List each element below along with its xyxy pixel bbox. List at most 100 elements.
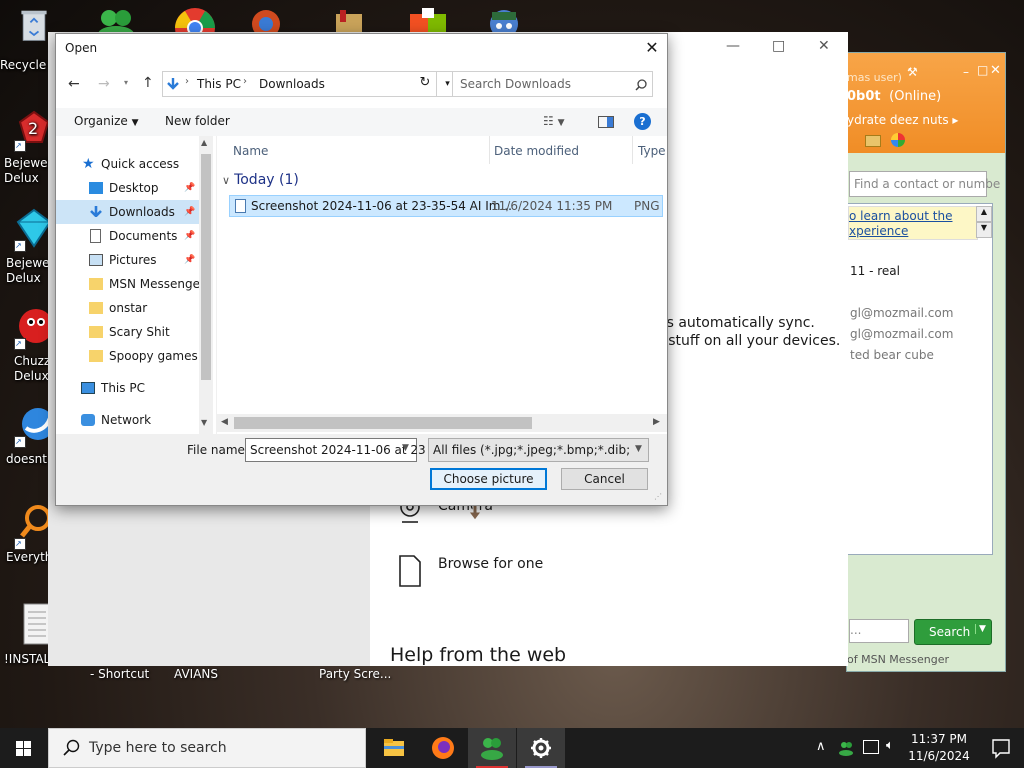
nav-pane-scrollbar[interactable]: ▲ ▼: [199, 136, 213, 434]
contact-item[interactable]: ted bear cube: [850, 348, 934, 362]
desktop-icon-label: - Shortcut: [90, 667, 150, 681]
nav-item-scary-shit[interactable]: Scary Shit: [56, 320, 202, 344]
breadcrumb-downloads[interactable]: Downloads: [259, 77, 325, 91]
new-folder-button[interactable]: New folder: [165, 114, 230, 128]
organize-button[interactable]: Organize ▼: [74, 114, 139, 128]
scroll-left-icon[interactable]: ◀: [221, 417, 228, 427]
nav-item-label: MSN Messenger: [109, 277, 205, 291]
network-icon[interactable]: [863, 740, 879, 754]
msn-messenger-taskbar-button[interactable]: [468, 728, 516, 768]
maximize-button[interactable]: □: [977, 63, 988, 77]
up-button[interactable]: ↑: [142, 75, 154, 91]
close-button[interactable]: ✕: [818, 38, 830, 54]
choose-picture-button[interactable]: Choose picture: [430, 468, 547, 490]
scroll-down-icon[interactable]: ▼: [201, 418, 207, 427]
maximize-button[interactable]: □: [772, 38, 785, 54]
column-header-date[interactable]: Date modified: [494, 144, 579, 158]
msn-display-name[interactable]: 0b0t (Online): [847, 89, 941, 104]
minimize-button[interactable]: —: [726, 38, 740, 54]
notification-icon: [992, 739, 1010, 759]
folder-icon: [89, 302, 103, 314]
banner-scroll-down[interactable]: ▼: [976, 222, 992, 238]
group-header-today[interactable]: ∨ Today (1): [222, 172, 299, 188]
resize-grip-icon[interactable]: ⋰: [654, 492, 662, 501]
find-contact-input[interactable]: Find a contact or numbe: [849, 171, 1000, 197]
nav-item-this-pc[interactable]: This PC: [56, 376, 202, 400]
desktop-icon-label: AVIANS: [174, 667, 218, 681]
msn-banner[interactable]: o learn about the xperience: [848, 206, 978, 240]
svg-text:2: 2: [28, 119, 38, 138]
column-header-type[interactable]: Type: [638, 144, 666, 158]
browse-option[interactable]: Browse for one: [394, 552, 594, 592]
filetype-select[interactable]: All files (*.jpg;*.jpeg;*.bmp;*.dib;*.pn…: [428, 438, 649, 462]
file-explorer-taskbar-button[interactable]: [370, 728, 418, 768]
scroll-up-icon[interactable]: ▲: [201, 138, 207, 147]
volume-icon[interactable]: 🔈︎: [886, 738, 894, 753]
chevron-down-icon: ▼: [131, 118, 139, 128]
search-downloads-input[interactable]: Search Downloads: [452, 71, 653, 97]
firefox-taskbar-button[interactable]: [419, 728, 467, 768]
minimize-button[interactable]: –: [963, 65, 969, 79]
browse-label: Browse for one: [438, 556, 544, 572]
nav-item-downloads[interactable]: Downloads 📌: [56, 200, 202, 224]
settings-taskbar-button[interactable]: [517, 728, 565, 768]
msn-personal-message[interactable]: ydrate deez nuts ▸: [847, 113, 958, 127]
address-bar[interactable]: › This PC › Downloads: [162, 71, 437, 97]
breadcrumb-this-pc[interactable]: This PC: [197, 77, 241, 91]
msn-mail-icon[interactable]: [865, 135, 881, 147]
taskbar-search-box[interactable]: Type here to search: [48, 728, 366, 768]
nav-item-onstar[interactable]: onstar: [56, 296, 202, 320]
desktop-icon-label: doesnt: [6, 452, 47, 466]
column-header-name[interactable]: Name: [233, 144, 268, 158]
msn-tray-icon[interactable]: [838, 740, 854, 756]
contact-item[interactable]: gl@mozmail.com: [850, 306, 953, 320]
filename-input[interactable]: Screenshot 2024-11-06 at 23 ▼: [245, 438, 426, 462]
nav-item-network[interactable]: Network: [56, 408, 202, 432]
show-hidden-icons-button[interactable]: ∧: [816, 739, 826, 754]
help-icon[interactable]: ?: [634, 113, 651, 130]
shortcut-arrow-icon: ↗: [14, 140, 26, 152]
cancel-button[interactable]: Cancel: [561, 468, 648, 490]
nav-item-quick-access[interactable]: ★ Quick access: [56, 152, 202, 176]
nav-item-desktop[interactable]: Desktop 📌: [56, 176, 202, 200]
msn-tools-icon[interactable]: ⚒: [907, 65, 918, 79]
back-button[interactable]: ←: [68, 76, 80, 92]
file-row[interactable]: Screenshot 2024-11-06 at 23-35-54 AI Im.…: [229, 195, 663, 217]
documents-icon: [90, 229, 101, 243]
msn-spaces-icon[interactable]: [891, 133, 905, 147]
clock-date: 11/6/2024: [908, 749, 970, 763]
scroll-right-icon[interactable]: ▶: [653, 417, 660, 427]
contact-item[interactable]: gl@mozmail.com: [850, 327, 953, 341]
shortcut-arrow-icon: ↗: [14, 338, 26, 350]
recent-locations-button[interactable]: ▾: [124, 78, 128, 87]
start-button[interactable]: [0, 728, 48, 768]
banner-scroll-up[interactable]: ▲: [976, 206, 992, 222]
banner-link[interactable]: o learn about the: [849, 209, 953, 223]
forward-button[interactable]: →: [98, 76, 110, 92]
scrollbar-thumb[interactable]: [234, 417, 532, 429]
taskbar-clock[interactable]: 11:37 PM 11/6/2024: [906, 731, 972, 765]
scrollbar-thumb[interactable]: [201, 154, 211, 380]
downloads-arrow-icon: [167, 78, 179, 90]
close-button[interactable]: ✕: [990, 63, 1001, 78]
change-view-button[interactable]: ☷ ▼: [543, 114, 565, 128]
refresh-button[interactable]: ↻: [412, 71, 438, 97]
column-divider: [632, 136, 633, 164]
nav-item-msn-messenger[interactable]: MSN Messenger: [56, 272, 205, 296]
nav-item-pictures[interactable]: Pictures 📌: [56, 248, 202, 272]
preview-pane-button[interactable]: [598, 116, 614, 128]
msn-name: 0b0t: [847, 89, 881, 104]
nav-item-label: This PC: [101, 381, 145, 395]
chevron-down-icon: ▼: [975, 624, 986, 634]
banner-link[interactable]: xperience: [849, 224, 908, 238]
nav-item-documents[interactable]: Documents 📌: [56, 224, 202, 248]
msn-web-search-input[interactable]: ...: [849, 619, 909, 643]
msn-search-button[interactable]: Search ▼: [914, 619, 992, 645]
notifications-button[interactable]: [978, 728, 1024, 768]
close-button[interactable]: ✕: [637, 34, 667, 64]
nav-item-spoopy-games[interactable]: Spoopy games: [56, 344, 202, 368]
contact-item[interactable]: 11 - real: [850, 264, 900, 278]
horizontal-scrollbar[interactable]: ◀ ▶: [217, 414, 667, 432]
sync-text: es automatically sync.: [658, 315, 815, 331]
folder-icon: [89, 350, 103, 362]
